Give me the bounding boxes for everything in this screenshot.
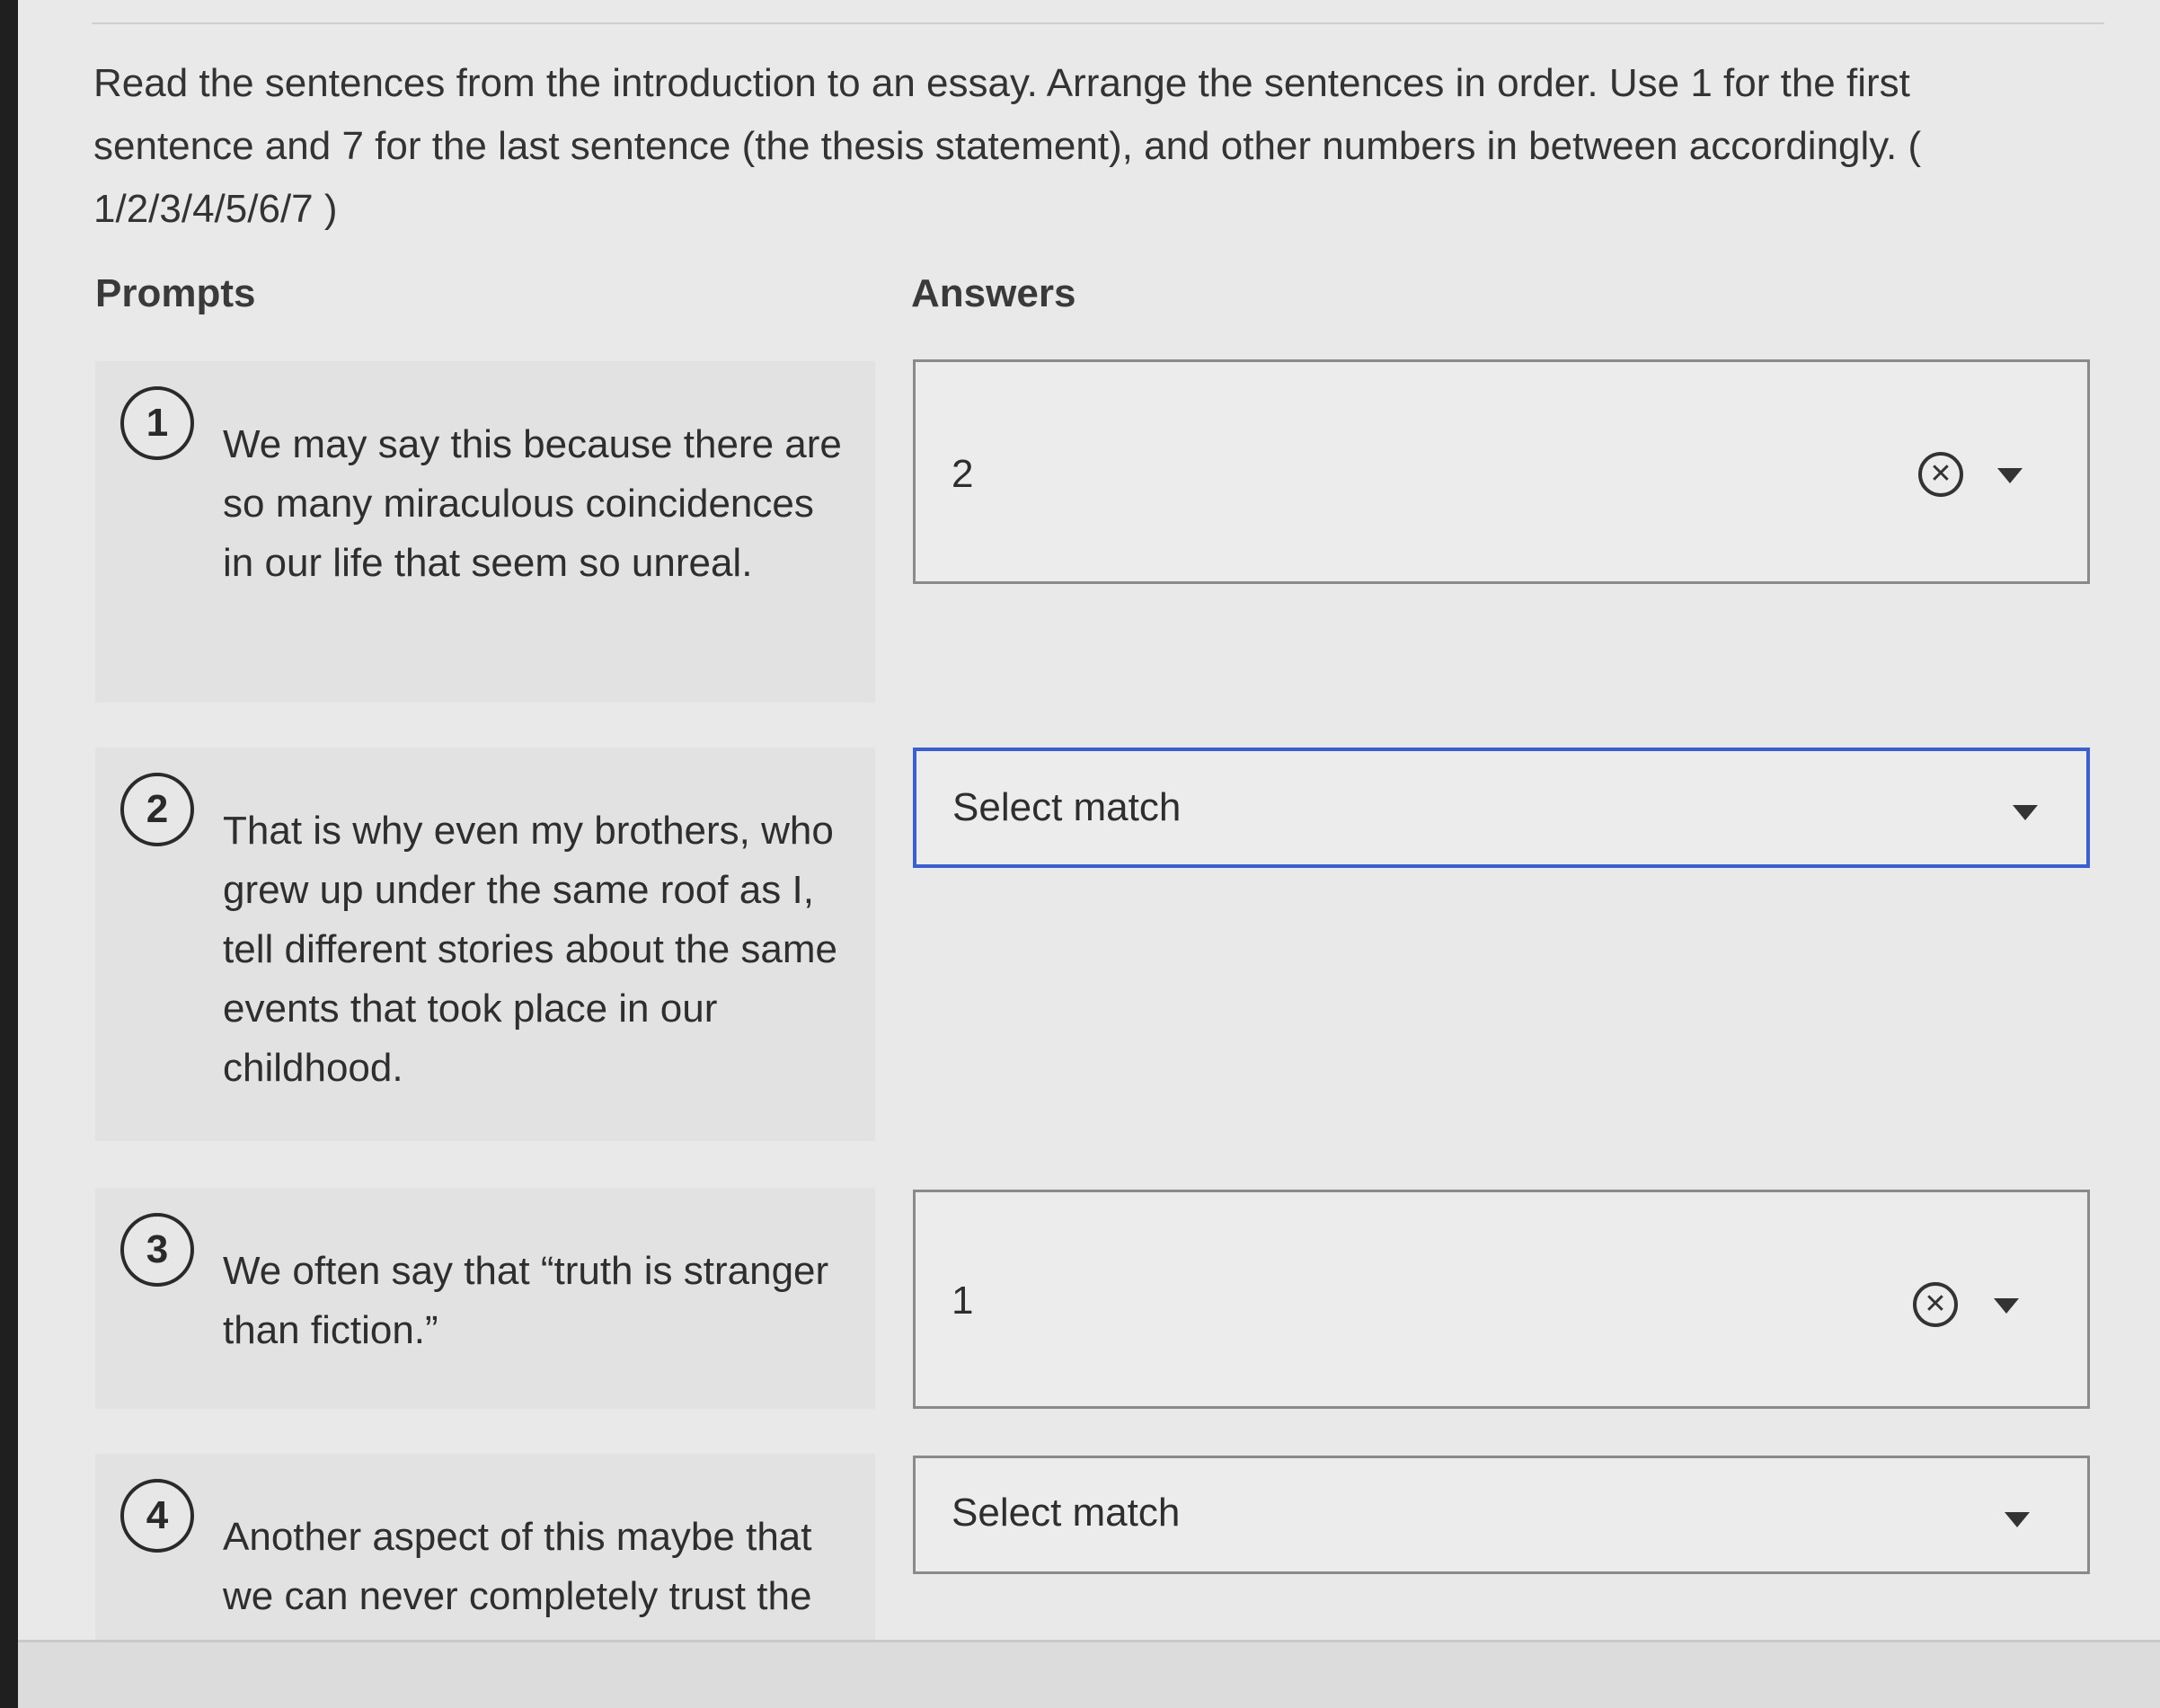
prompt-text: Another aspect of this maybe that we can… <box>223 1515 812 1618</box>
clear-circle-x-icon[interactable]: ✕ <box>1918 452 1963 497</box>
answer-placeholder: Select match <box>952 785 1182 829</box>
answer-select-4[interactable]: Select match <box>913 1456 2090 1574</box>
chevron-down-icon[interactable] <box>2005 1512 2030 1527</box>
answer-placeholder: Select match <box>952 1491 1181 1535</box>
prompt-text: That is why even my brothers, who grew u… <box>223 809 838 1090</box>
chevron-down-icon[interactable] <box>1997 468 2023 483</box>
prompts-column-header: Prompts <box>95 271 256 315</box>
answer-select-3[interactable]: 1 ✕ <box>913 1190 2090 1409</box>
answer-value: 2 <box>952 452 974 496</box>
chevron-down-icon[interactable] <box>2013 805 2038 820</box>
answer-value: 1 <box>952 1279 974 1323</box>
prompt-card-1: 1 We may say this because there are so m… <box>95 361 875 703</box>
question-instructions: Read the sentences from the introduction… <box>93 61 1922 231</box>
top-divider <box>92 22 2104 24</box>
answers-column-header: Answers <box>911 271 1076 315</box>
prompt-number-badge: 4 <box>120 1479 194 1553</box>
answer-select-2[interactable]: Select match <box>913 748 2090 868</box>
prompt-number-badge: 3 <box>120 1213 194 1287</box>
prompt-card-4: 4 Another aspect of this maybe that we c… <box>95 1454 875 1642</box>
prompt-card-2: 2 That is why even my brothers, who grew… <box>95 748 875 1141</box>
prompt-number-badge: 2 <box>120 773 194 846</box>
prompt-card-3: 3 We often say that “truth is stranger t… <box>95 1188 875 1409</box>
prompt-text: We often say that “truth is stranger tha… <box>223 1249 829 1352</box>
clear-circle-x-icon[interactable]: ✕ <box>1913 1282 1958 1327</box>
prompt-number-badge: 1 <box>120 386 194 460</box>
chevron-down-icon[interactable] <box>1994 1298 2019 1314</box>
footer-bar <box>18 1642 2160 1708</box>
prompt-text: We may say this because there are so man… <box>223 422 842 585</box>
answer-select-1[interactable]: 2 ✕ <box>913 359 2090 584</box>
quiz-screen: Read the sentences from the introduction… <box>18 0 2160 1708</box>
